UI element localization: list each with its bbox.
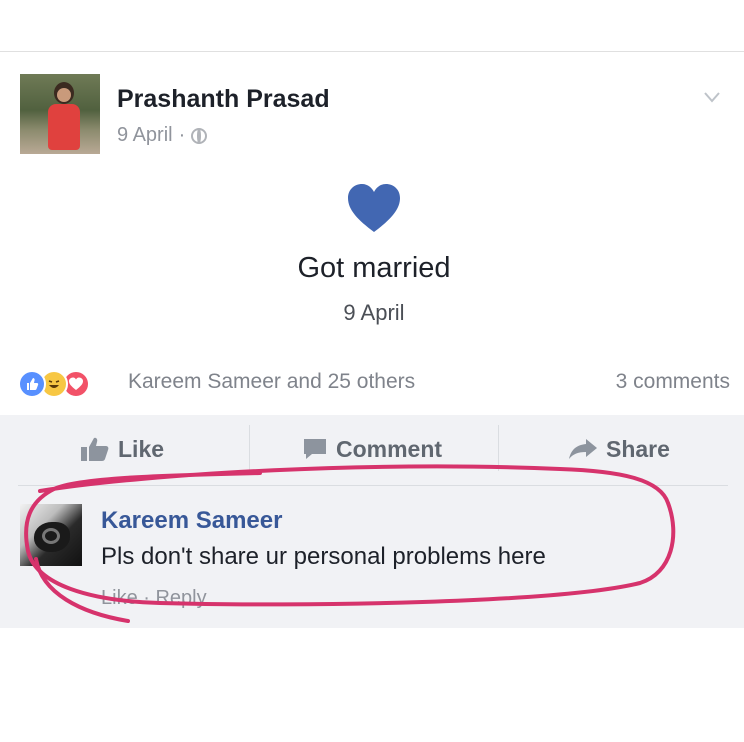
reactions-summary[interactable]: Kareem Sameer and 25 others: [128, 370, 415, 394]
action-divider-horizontal: [18, 485, 728, 486]
chevron-down-icon[interactable]: [703, 88, 721, 106]
comment-button[interactable]: Comment: [302, 430, 442, 468]
action-divider: [249, 425, 250, 471]
post-card: Prashanth Prasad 9 April · Got married 9…: [0, 52, 744, 415]
comment-actions[interactable]: Like · Reply: [101, 587, 207, 610]
author-name[interactable]: Prashanth Prasad: [117, 85, 330, 114]
comment-label: Comment: [336, 435, 443, 462]
post-meta: 9 April ·: [117, 124, 208, 147]
actions-and-comments: Like Comment Share Kareem Sameer Pls don…: [0, 415, 744, 628]
like-button[interactable]: Like: [80, 430, 164, 468]
commenter-name[interactable]: Kareem Sameer: [101, 507, 282, 535]
action-divider: [498, 425, 499, 471]
comment-icon: [304, 439, 326, 459]
comment-text: Pls don't share ur personal problems her…: [101, 543, 546, 570]
author-avatar[interactable]: [20, 74, 100, 154]
life-event-date: 9 April: [343, 300, 405, 325]
action-bar: Like Comment Share: [0, 415, 744, 486]
share-arrow-icon: [569, 439, 597, 459]
share-button[interactable]: Share: [568, 430, 670, 468]
thumbs-up-icon: [81, 437, 109, 461]
heart-icon: [348, 184, 400, 232]
comments-count[interactable]: 3 comments: [616, 370, 730, 394]
like-label: Like: [118, 435, 165, 462]
share-label: Share: [606, 435, 670, 462]
globe-icon: [191, 127, 208, 144]
reactions-row[interactable]: Kareem Sameer and 25 others 3 comments: [18, 368, 730, 398]
life-event-title: Got married: [297, 252, 451, 284]
meta-separator: ·: [178, 124, 186, 146]
commenter-avatar[interactable]: [20, 504, 82, 566]
like-reaction-icon: [18, 370, 46, 398]
post-date[interactable]: 9 April: [117, 124, 173, 147]
